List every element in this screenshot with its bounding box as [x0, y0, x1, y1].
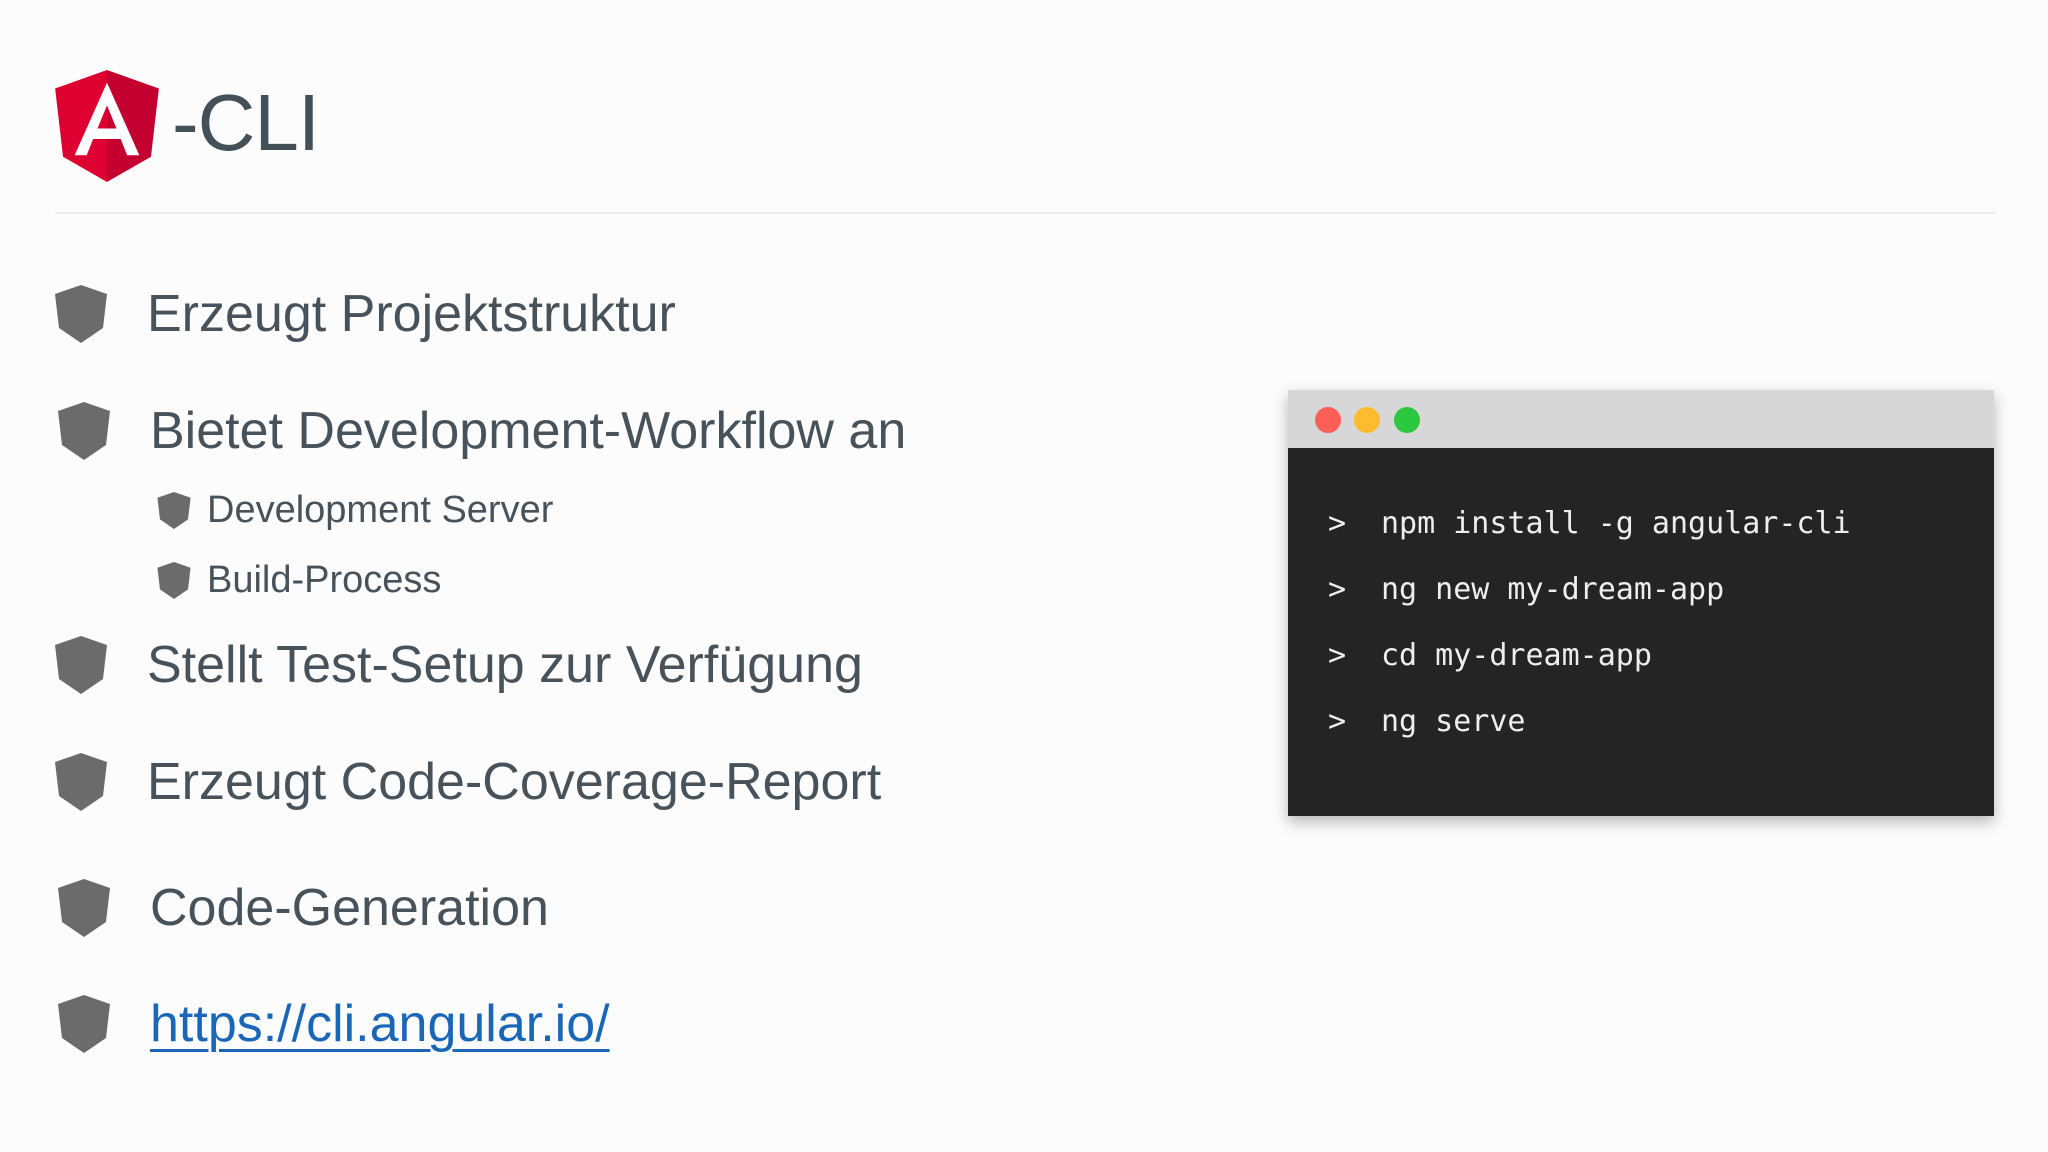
terminal-prompt: >: [1328, 506, 1347, 541]
maximize-window-button[interactable]: [1394, 407, 1420, 433]
sub-bullet-label: Build-Process: [207, 559, 442, 601]
minimize-window-button[interactable]: [1354, 407, 1380, 433]
bullet-label: Erzeugt Projektstruktur: [147, 285, 676, 343]
shield-icon: [55, 636, 107, 694]
shield-icon: [58, 402, 110, 460]
terminal-prompt: >: [1328, 638, 1347, 673]
bullet-label: Erzeugt Code-Coverage-Report: [147, 753, 882, 811]
bullet-label: Code-Generation: [150, 879, 549, 937]
terminal-window: > npm install -g angular-cli > ng new my-d…: [1288, 390, 1994, 816]
title-divider: [55, 212, 1995, 214]
bullet-item-test-setup: Stellt Test-Setup zur Verfügung: [55, 635, 863, 695]
bullet-label: Stellt Test-Setup zur Verfügung: [147, 636, 863, 694]
shield-icon: [58, 995, 110, 1053]
bullet-item-code-generation: Code-Generation: [58, 878, 549, 938]
bullet-item-cli-link: https://cli.angular.io/: [58, 994, 610, 1054]
terminal-command: cd my-dream-app: [1381, 638, 1652, 673]
angular-logo-icon: [55, 70, 159, 182]
terminal-command: npm install -g angular-cli: [1381, 506, 1851, 541]
page-title: -CLI: [172, 78, 320, 167]
shield-icon: [157, 491, 191, 529]
bullet-item-projektstruktur: Erzeugt Projektstruktur: [55, 284, 676, 344]
terminal-line: > cd my-dream-app: [1328, 638, 1652, 674]
shield-icon: [55, 285, 107, 343]
close-window-button[interactable]: [1315, 407, 1341, 433]
terminal-titlebar: [1288, 390, 1994, 448]
sub-bullet-label: Development Server: [207, 489, 554, 531]
shield-icon: [157, 561, 191, 599]
bullet-label: Bietet Development-Workflow an: [150, 402, 907, 460]
terminal-prompt: >: [1328, 572, 1347, 607]
cli-angular-link[interactable]: https://cli.angular.io/: [150, 994, 610, 1054]
terminal-line: > ng serve: [1328, 704, 1526, 740]
sub-bullet-item-build-process: Build-Process: [157, 557, 441, 603]
terminal-line: > ng new my-dream-app: [1328, 572, 1724, 608]
terminal-prompt: >: [1328, 704, 1347, 739]
terminal-command: ng new my-dream-app: [1381, 572, 1725, 607]
shield-icon: [58, 879, 110, 937]
bullet-item-workflow: Bietet Development-Workflow an: [58, 401, 906, 461]
terminal-line: > npm install -g angular-cli: [1328, 506, 1851, 542]
terminal-command: ng serve: [1381, 704, 1526, 739]
sub-bullet-item-dev-server: Development Server: [157, 487, 553, 533]
bullet-item-coverage-report: Erzeugt Code-Coverage-Report: [55, 752, 881, 812]
shield-icon: [55, 753, 107, 811]
